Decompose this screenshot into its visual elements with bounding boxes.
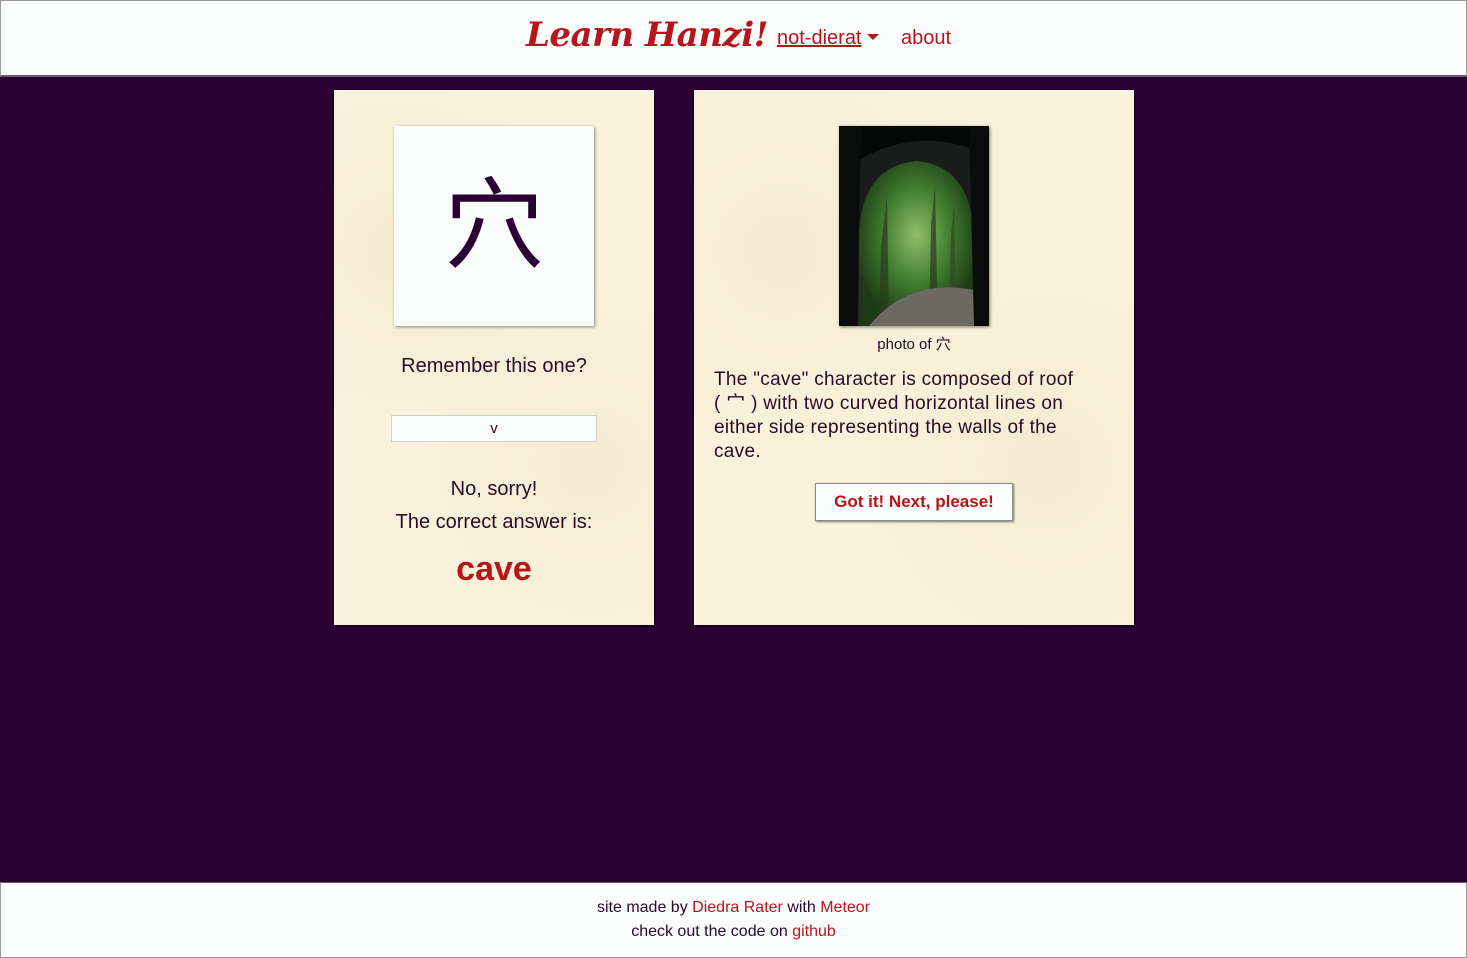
- user-menu-dropdown[interactable]: not-dierat: [777, 27, 879, 50]
- footer-text: check out the code on: [631, 923, 788, 940]
- photo-caption: photo of 穴: [877, 336, 951, 353]
- description-line: either side representing the walls of th…: [714, 417, 1057, 438]
- description-line: ( 宀 ) with two curved horizontal lines o…: [714, 393, 1064, 414]
- site-header: Learn Hanzi! not-dierat about: [0, 0, 1467, 77]
- feedback-message: No, sorry!: [450, 478, 538, 500]
- character-tile: 穴: [394, 126, 594, 326]
- description-line: cave.: [714, 441, 761, 462]
- footer-source: check out the code on github: [1, 923, 1466, 941]
- info-card: photo of 穴 The "cave" character is compo…: [694, 90, 1134, 625]
- quiz-card: 穴 Remember this one? No, sorry! The corr…: [334, 90, 654, 625]
- character-description: The "cave" character is composed of roof…: [714, 368, 1112, 464]
- next-button[interactable]: Got it! Next, please!: [815, 483, 1013, 521]
- chevron-down-icon: [866, 33, 879, 40]
- correct-answer: cave: [456, 550, 532, 588]
- footer-credits: site made by Diedra Rater with Meteor: [1, 899, 1466, 917]
- answer-input[interactable]: [391, 415, 597, 442]
- github-link[interactable]: github: [792, 923, 836, 940]
- footer-text: with: [787, 899, 816, 916]
- cave-photo: [839, 126, 989, 326]
- meteor-link[interactable]: Meteor: [820, 899, 870, 916]
- hanzi-character: 穴: [444, 167, 544, 284]
- author-link[interactable]: Diedra Rater: [692, 899, 783, 916]
- description-line: The "cave" character is composed of roof: [714, 369, 1074, 390]
- footer-text: site made by: [596, 899, 688, 916]
- site-logo[interactable]: Learn Hanzi!: [526, 15, 769, 55]
- quiz-prompt: Remember this one?: [401, 355, 587, 377]
- site-footer: site made by Diedra Rater with Meteor ch…: [0, 882, 1467, 958]
- correct-answer-label: The correct answer is:: [395, 511, 593, 533]
- user-menu-label: not-dierat: [777, 27, 862, 49]
- about-link[interactable]: about: [901, 27, 951, 50]
